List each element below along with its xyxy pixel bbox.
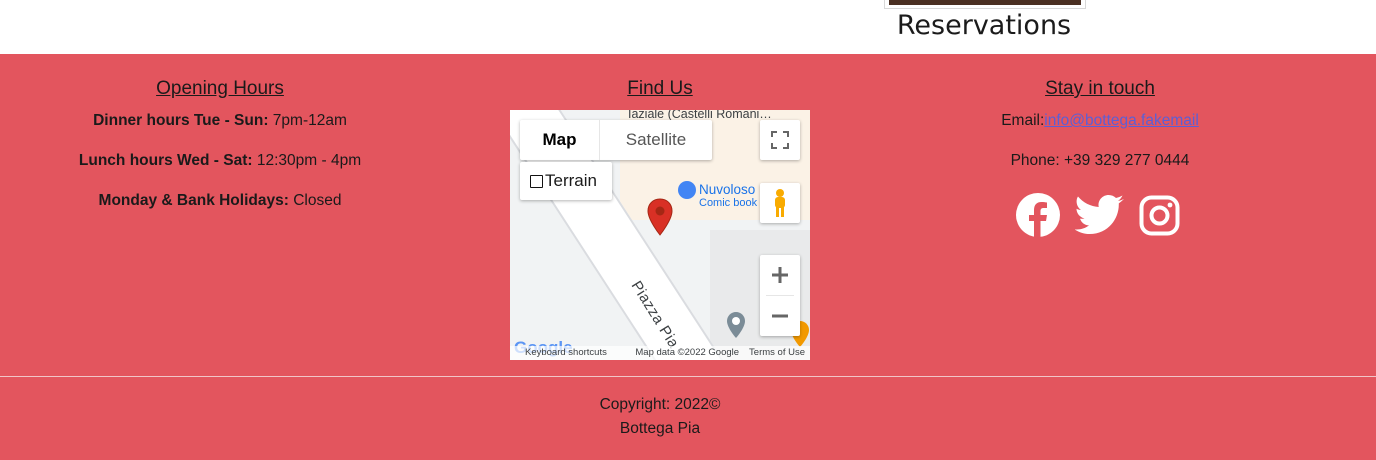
hours-label: Lunch hours Wed - Sat: bbox=[78, 152, 253, 169]
map-poi-category: Comic book bbox=[699, 197, 758, 209]
zoom-control bbox=[760, 255, 800, 336]
email-line: Email:info@bottega.fakemail bbox=[880, 112, 1320, 130]
grey-place-pin-icon[interactable] bbox=[726, 311, 746, 344]
hours-line-closed: Monday & Bank Holidays: Closed bbox=[40, 192, 400, 210]
hours-value: 12:30pm - 4pm bbox=[256, 152, 362, 169]
page-top-area bbox=[0, 0, 1376, 54]
zoom-out-icon bbox=[772, 314, 788, 318]
reservations-image bbox=[884, 0, 1086, 9]
hours-value: 7pm-12am bbox=[272, 112, 347, 129]
email-label: Email: bbox=[1001, 112, 1045, 129]
terrain-label: Terrain bbox=[545, 171, 597, 190]
zoom-in-button[interactable] bbox=[760, 255, 800, 295]
reservations-photo bbox=[889, 0, 1081, 5]
instagram-icon bbox=[1139, 195, 1180, 236]
hours-line-dinner: Dinner hours Tue - Sun: 7pm-12am bbox=[40, 112, 400, 130]
reservations-heading: Reservations bbox=[896, 10, 1072, 41]
terms-of-use-link[interactable]: Terms of Use bbox=[744, 346, 810, 360]
map-type-control: Map Satellite bbox=[520, 120, 712, 160]
embedded-map[interactable]: Iaziale (Castelli Romani… Piazza Pia Nuv… bbox=[510, 110, 810, 360]
hours-value: Closed bbox=[293, 192, 342, 209]
map-data-label: Map data ©2022 Google bbox=[635, 347, 740, 358]
zoom-out-button[interactable] bbox=[760, 296, 800, 336]
stay-in-touch-title: Stay in touch bbox=[1045, 78, 1155, 99]
shopping-bag-icon[interactable] bbox=[678, 181, 696, 199]
keyboard-shortcuts-link[interactable]: Keyboard shortcuts bbox=[510, 346, 612, 360]
find-us-title: Find Us bbox=[627, 78, 693, 99]
map-type-map-button[interactable]: Map bbox=[520, 120, 600, 160]
fullscreen-button[interactable] bbox=[760, 120, 800, 160]
facebook-icon bbox=[1016, 193, 1060, 237]
pegman-icon bbox=[775, 189, 785, 217]
hours-label: Monday & Bank Holidays: bbox=[98, 192, 289, 209]
copyright-owner: Bottega Pia bbox=[619, 420, 701, 437]
instagram-link[interactable] bbox=[1139, 195, 1180, 236]
facebook-link[interactable] bbox=[1015, 192, 1061, 238]
footer-divider bbox=[0, 376, 1376, 377]
opening-hours-title: Opening Hours bbox=[156, 78, 284, 99]
footer: Opening Hours Dinner hours Tue - Sun: 7p… bbox=[0, 54, 1376, 460]
pegman-button[interactable] bbox=[760, 183, 800, 223]
hours-label: Dinner hours Tue - Sun: bbox=[93, 112, 269, 129]
twitter-link[interactable] bbox=[1075, 194, 1125, 236]
zoom-in-icon bbox=[772, 267, 788, 283]
phone-line: Phone: +39 329 277 0444 bbox=[1010, 152, 1190, 169]
terrain-toggle[interactable]: Terrain bbox=[520, 162, 612, 200]
copyright-line: Copyright: 2022© bbox=[599, 396, 721, 413]
map-poi-name[interactable]: Nuvoloso bbox=[699, 182, 755, 197]
map-attribution-bar: Keyboard shortcuts Map data ©2022 Google… bbox=[510, 346, 810, 360]
map-type-satellite-button[interactable]: Satellite bbox=[600, 120, 712, 160]
terrain-checkbox[interactable] bbox=[530, 174, 543, 188]
twitter-icon bbox=[1075, 195, 1124, 234]
email-link[interactable]: info@bottega.fakemail bbox=[1044, 112, 1198, 129]
fullscreen-icon bbox=[771, 131, 789, 149]
hours-line-lunch: Lunch hours Wed - Sat: 12:30pm - 4pm bbox=[40, 152, 400, 170]
map-pin-icon[interactable] bbox=[647, 198, 673, 241]
